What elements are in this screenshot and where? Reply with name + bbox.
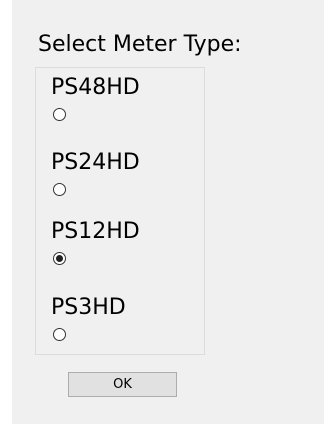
meter-type-group: PS48HD PS24HD PS12HD PS3HD [35, 67, 205, 355]
option-label: PS48HD [51, 75, 140, 100]
radio-dot-icon [56, 255, 63, 262]
dialog-title: Select Meter Type: [38, 32, 242, 57]
option-label: PS3HD [51, 295, 126, 320]
radio-ps12hd[interactable] [53, 252, 66, 265]
option-label: PS24HD [51, 150, 140, 175]
ok-button[interactable]: OK [68, 372, 177, 397]
option-label: PS12HD [51, 219, 140, 244]
meter-type-dialog: Select Meter Type: PS48HD PS24HD PS12HD … [12, 0, 324, 424]
radio-ps3hd[interactable] [53, 328, 66, 341]
radio-ps24hd[interactable] [53, 183, 66, 196]
radio-ps48hd[interactable] [53, 108, 66, 121]
